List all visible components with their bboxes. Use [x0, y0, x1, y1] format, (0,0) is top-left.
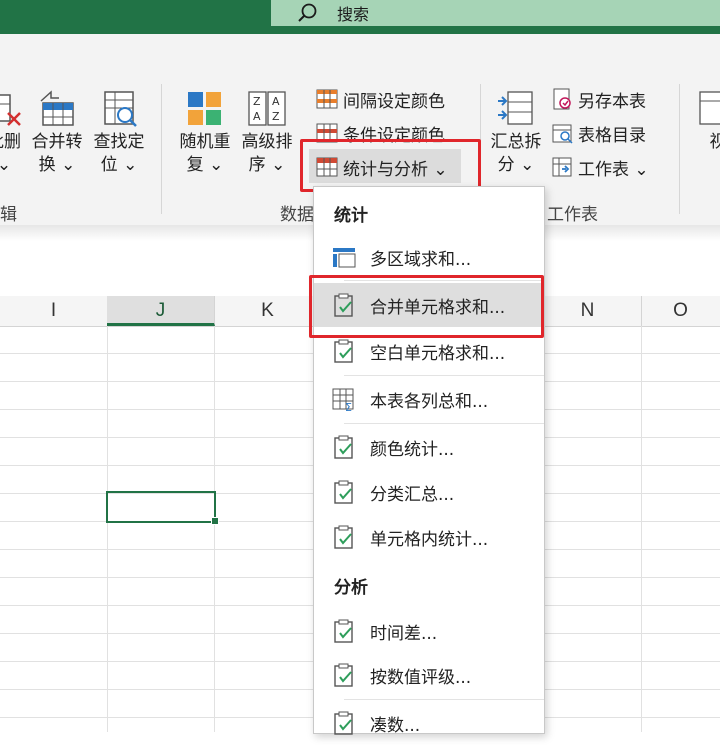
- column-header[interactable]: N: [534, 296, 642, 326]
- search-box[interactable]: 搜索: [271, 0, 720, 26]
- grid-line: [107, 326, 108, 732]
- clipboard-check-icon: [331, 338, 357, 364]
- interval-color-icon: [316, 88, 338, 110]
- stats-analysis-menu: 统计 多区域求和... 合并单元格求和... 空白单元格求和... Σ 本表各列…: [313, 186, 545, 736]
- column-totals-icon: Σ: [331, 386, 357, 414]
- sheet-directory-label: 表格目录: [578, 125, 646, 146]
- clipboard-check-icon: [331, 618, 357, 644]
- menu-item-make-up-number[interactable]: 凑数...: [314, 701, 544, 745]
- menu-item-label: 时间差...: [370, 623, 438, 644]
- merge-convert-label: 合并转: [31, 132, 83, 152]
- find-locate-label: 查找定: [93, 132, 145, 152]
- view-icon: [698, 89, 720, 129]
- menu-separator: [344, 375, 544, 376]
- menu-item-category-summary[interactable]: 分类汇总...: [314, 470, 544, 514]
- menu-item-in-cell-stats[interactable]: 单元格内统计...: [314, 515, 544, 559]
- random-repeat-label: 随机重: [179, 132, 231, 152]
- advanced-sort-label: 高级排: [241, 132, 293, 152]
- menu-item-multi-range-sum[interactable]: 多区域求和...: [314, 235, 544, 279]
- random-repeat-caret: 复 ⌄: [186, 155, 224, 175]
- menu-item-label: 按数值评级...: [370, 667, 472, 688]
- search-icon: [297, 2, 319, 24]
- menu-item-label: 单元格内统计...: [370, 529, 489, 550]
- svg-text:Z: Z: [272, 110, 280, 123]
- menu-separator: [344, 699, 544, 700]
- ribbon-separator: [161, 84, 162, 214]
- batch-delete-label: 批删: [0, 132, 21, 152]
- menu-item-column-totals[interactable]: Σ 本表各列总和...: [314, 377, 544, 421]
- summary-split-caret: 分 ⌄: [497, 155, 535, 175]
- menu-item-label: 多区域求和...: [370, 249, 472, 270]
- worksheet-label: 工作表 ⌄: [578, 159, 649, 180]
- batch-delete-button[interactable]: 批删 ⌄: [0, 89, 26, 177]
- summary-split-label: 汇总拆: [490, 132, 542, 152]
- interval-color-label: 间隔设定颜色: [343, 91, 445, 112]
- menu-item-label: 分类汇总...: [370, 484, 455, 505]
- summary-split-button[interactable]: 汇总拆 分 ⌄: [486, 89, 546, 177]
- svg-text:Σ: Σ: [345, 401, 352, 412]
- clipboard-check-icon: [331, 479, 357, 505]
- clipboard-check-icon: [331, 524, 357, 550]
- worksheet-icon: [551, 156, 573, 178]
- search-placeholder: 搜索: [337, 5, 370, 24]
- group-label-edit: 辑: [0, 205, 17, 225]
- merge-convert-button[interactable]: 合并转 换 ⌄: [28, 89, 86, 177]
- sheet-directory-icon: [551, 122, 573, 144]
- menu-item-label: 本表各列总和...: [370, 391, 489, 412]
- multi-range-sum-icon: [331, 244, 357, 270]
- save-sheet-button[interactable]: 另存本表: [551, 86, 646, 112]
- svg-text:Z: Z: [253, 95, 261, 108]
- grid-line: [214, 326, 215, 732]
- view-button[interactable]: 视: [696, 89, 720, 154]
- svg-text:A: A: [272, 95, 280, 108]
- menu-item-color-stats[interactable]: 颜色统计...: [314, 425, 544, 469]
- ribbon-separator: [679, 84, 680, 214]
- clipboard-check-icon: [331, 434, 357, 460]
- advanced-sort-caret: 序 ⌄: [248, 155, 286, 175]
- group-label-worksheet: 工作表: [547, 205, 598, 225]
- title-bar: 搜索: [0, 0, 720, 34]
- random-repeat-icon: [185, 89, 225, 129]
- clipboard-check-icon: [331, 710, 357, 736]
- menu-item-value-rating[interactable]: 按数值评级...: [314, 653, 544, 697]
- worksheet-button[interactable]: 工作表 ⌄: [551, 154, 649, 180]
- batch-delete-icon: [0, 89, 24, 129]
- random-repeat-button[interactable]: 随机重 复 ⌄: [176, 89, 234, 177]
- menu-item-label: 空白单元格求和...: [370, 343, 506, 364]
- selected-cell[interactable]: [106, 491, 216, 523]
- column-header-active[interactable]: J: [107, 296, 215, 326]
- summary-split-icon: [496, 89, 536, 129]
- svg-text:A: A: [253, 110, 261, 123]
- menu-item-label: 颜色统计...: [370, 439, 455, 460]
- advanced-sort-button[interactable]: ZAAZ 高级排 序 ⌄: [238, 89, 296, 177]
- fill-handle[interactable]: [211, 517, 219, 525]
- group-label-data: 数据: [280, 205, 314, 225]
- column-header[interactable]: I: [0, 296, 108, 326]
- menu-section-analysis: 分析: [334, 578, 368, 598]
- find-locate-icon: [99, 89, 139, 129]
- clipboard-check-icon: [331, 662, 357, 688]
- merge-convert-icon: [37, 89, 77, 129]
- batch-delete-caret: ⌄: [0, 155, 12, 175]
- save-sheet-icon: [551, 88, 573, 110]
- find-locate-button[interactable]: 查找定 位 ⌄: [90, 89, 148, 177]
- menu-item-time-diff[interactable]: 时间差...: [314, 609, 544, 653]
- find-locate-caret: 位 ⌄: [100, 155, 138, 175]
- sheet-directory-button[interactable]: 表格目录: [551, 120, 646, 146]
- sort-az-icon: ZAAZ: [247, 89, 287, 129]
- column-header[interactable]: O: [641, 296, 720, 326]
- highlight-stats-button: [300, 139, 481, 192]
- menu-section-stats: 统计: [334, 206, 368, 226]
- highlight-merged-cell-sum: [309, 275, 544, 338]
- grid-line: [641, 326, 642, 732]
- interval-color-button[interactable]: 间隔设定颜色: [316, 86, 445, 112]
- menu-separator: [344, 423, 544, 424]
- merge-convert-caret: 换 ⌄: [38, 155, 76, 175]
- column-header[interactable]: K: [214, 296, 322, 326]
- view-label: 视: [709, 132, 720, 152]
- save-sheet-label: 另存本表: [578, 91, 646, 112]
